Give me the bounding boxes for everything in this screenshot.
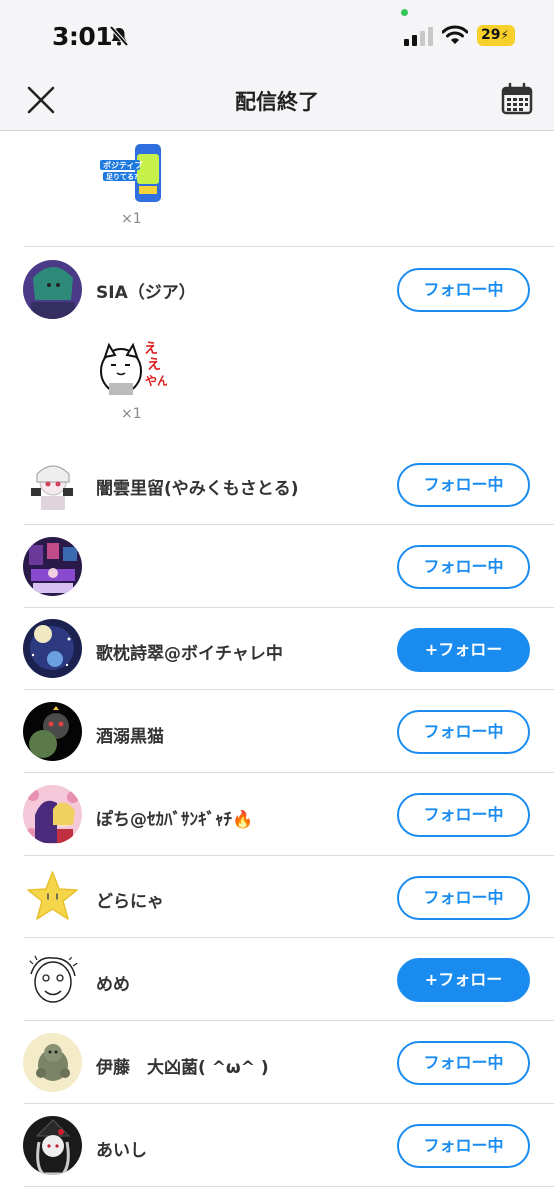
avatar[interactable] <box>23 785 82 844</box>
divider <box>24 524 554 525</box>
divider <box>24 937 554 938</box>
username: 歌枕詩翠@ボイチャレ中 <box>96 644 283 664</box>
gift-sticker-can: ポジティブ 足りてる? <box>100 144 161 202</box>
svg-text:ポジティブ: ポジティブ <box>103 160 143 170</box>
svg-text:え: え <box>147 357 161 373</box>
username: 酒溺黒猫 <box>96 727 164 747</box>
svg-text:やん: やん <box>145 374 167 388</box>
svg-text:え: え <box>144 341 158 357</box>
avatar[interactable] <box>23 1033 82 1092</box>
follow-button[interactable]: フォロー中 <box>397 710 530 754</box>
avatar[interactable] <box>23 454 82 513</box>
wifi-icon <box>442 25 468 44</box>
username: 闇雲里留(やみくもさとる) <box>96 479 299 499</box>
svg-text:足りてる?: 足りてる? <box>106 172 138 181</box>
username: めめ <box>96 975 130 995</box>
gift-count: ×1 <box>121 211 142 227</box>
divider <box>24 607 554 608</box>
username: どらにゃ <box>96 892 164 912</box>
follow-button[interactable]: フォロー中 <box>397 545 530 589</box>
username: 伊藤 大凶菌( ^ω^ ) <box>96 1058 269 1078</box>
avatar[interactable] <box>23 260 82 319</box>
divider <box>24 1186 554 1187</box>
avatar[interactable] <box>23 537 82 596</box>
gift-sticker-eeyan: え え やん <box>100 341 167 395</box>
status-time: 3:01 <box>52 22 113 51</box>
follow-button[interactable]: フォロー中 <box>397 793 530 837</box>
nav-bar: 配信終了 <box>0 70 554 131</box>
avatar[interactable] <box>23 702 82 761</box>
avatar[interactable] <box>23 619 82 678</box>
gift-count: ×1 <box>121 406 142 422</box>
calendar-icon[interactable] <box>500 82 534 116</box>
divider <box>24 772 554 773</box>
privacy-indicator-dot <box>401 9 408 16</box>
username: あいし <box>96 1141 147 1161</box>
divider <box>24 1103 554 1104</box>
follow-button[interactable]: フォロー中 <box>397 1041 530 1085</box>
follow-button[interactable]: +フォロー <box>397 628 530 672</box>
follow-button[interactable]: フォロー中 <box>397 1124 530 1168</box>
status-bar: 3:01 29⚡ <box>0 0 554 70</box>
avatar[interactable] <box>23 868 82 927</box>
username: ぽち@ｾｶﾊﾞｻﾝｷﾞｬﾁ🔥 <box>96 810 254 830</box>
bell-slash-icon <box>109 25 129 47</box>
avatar[interactable] <box>23 1116 82 1175</box>
follow-button[interactable]: +フォロー <box>397 958 530 1002</box>
battery-level: 29 <box>481 27 501 43</box>
follow-button[interactable]: フォロー中 <box>397 463 530 507</box>
divider <box>24 1020 554 1021</box>
avatar[interactable] <box>23 950 82 1009</box>
battery-charging-icon: 29⚡ <box>477 25 515 46</box>
page-title: 配信終了 <box>235 90 319 114</box>
divider <box>24 855 554 856</box>
follow-button[interactable]: フォロー中 <box>397 876 530 920</box>
follow-button[interactable]: フォロー中 <box>397 268 530 312</box>
signal-icon <box>404 27 433 46</box>
divider <box>24 689 554 690</box>
username: SIA（ジア） <box>96 283 196 303</box>
divider <box>24 246 554 247</box>
